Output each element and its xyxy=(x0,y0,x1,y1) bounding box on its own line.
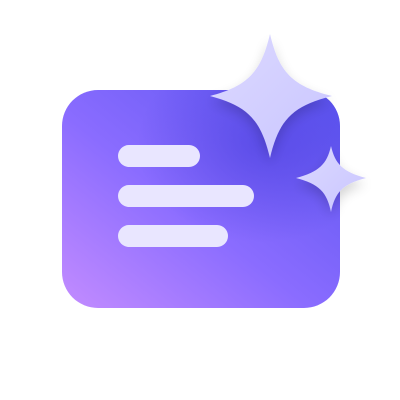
ai-summary-icon xyxy=(0,0,400,400)
text-line-1 xyxy=(118,145,200,167)
icon-canvas xyxy=(62,34,366,308)
text-line-2 xyxy=(118,185,254,207)
text-line-3 xyxy=(118,225,228,247)
